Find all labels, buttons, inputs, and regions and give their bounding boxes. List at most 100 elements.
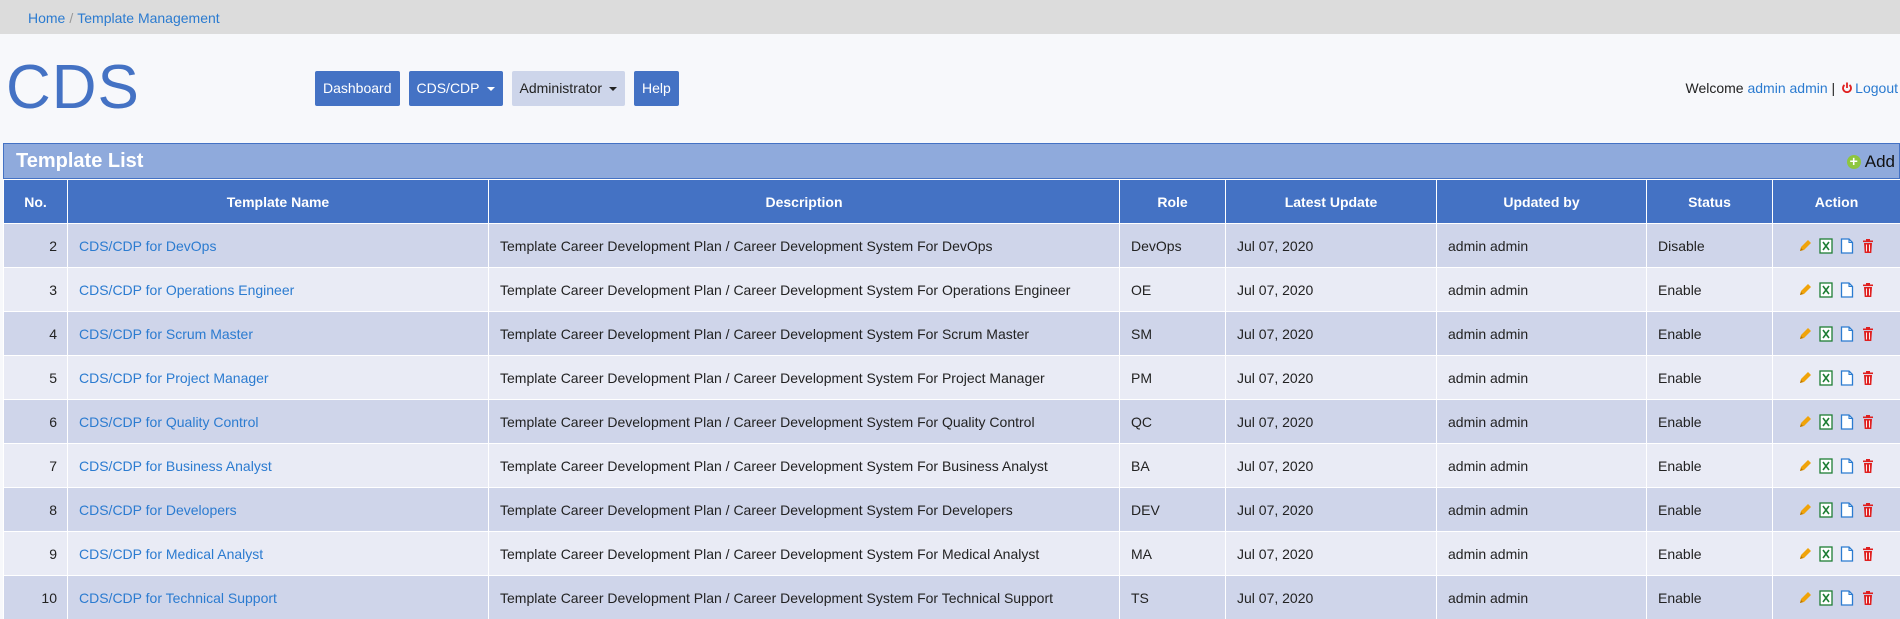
template-name-link[interactable]: CDS/CDP for Business Analyst [79,458,272,474]
document-icon[interactable] [1840,369,1854,386]
template-name-link[interactable]: CDS/CDP for Project Manager [79,370,269,386]
cell-no: 8 [3,487,68,532]
pencil-icon[interactable] [1798,238,1812,254]
cell-latest-update: Jul 07, 2020 [1225,399,1437,444]
table-row: 4 CDS/CDP for Scrum Master Template Career… [3,311,1900,356]
trash-icon[interactable] [1861,238,1875,254]
nav-dashboard-label: Dashboard [323,80,392,96]
table-row: 8 CDS/CDP for Developers Template Career D… [3,487,1900,532]
pencil-icon[interactable] [1798,458,1812,474]
breadcrumb-current-link[interactable]: Template Management [77,10,219,26]
excel-icon[interactable] [1819,589,1833,606]
cell-actions [1772,223,1900,268]
nav-help-button[interactable]: Help [633,71,679,106]
excel-icon[interactable] [1819,281,1833,298]
pencil-icon[interactable] [1798,370,1812,386]
cell-actions [1772,355,1900,400]
cell-role: DevOps [1119,223,1226,268]
cell-latest-update: Jul 07, 2020 [1225,355,1437,400]
column-header: No. [3,179,68,224]
trash-icon[interactable] [1861,590,1875,606]
table-row: 2 CDS/CDP for DevOps Template Career Devel… [3,223,1900,268]
document-icon[interactable] [1840,457,1854,474]
pencil-icon[interactable] [1798,502,1812,518]
excel-icon[interactable] [1819,545,1833,562]
trash-icon[interactable] [1861,326,1875,342]
excel-icon[interactable] [1819,413,1833,430]
add-template-button[interactable]: + Add [1846,152,1895,172]
cell-status: Enable [1646,575,1773,619]
pencil-icon[interactable] [1798,326,1812,342]
cell-description: Template Career Development Plan / Caree… [488,223,1120,268]
template-name-link[interactable]: CDS/CDP for Scrum Master [79,326,253,342]
cell-role: PM [1119,355,1226,400]
document-icon[interactable] [1840,501,1854,518]
template-name-link[interactable]: CDS/CDP for Operations Engineer [79,282,294,298]
pencil-icon[interactable] [1798,590,1812,606]
document-icon[interactable] [1840,281,1854,298]
cell-updated-by: admin admin [1436,267,1647,312]
nav-cds-cdp-label: CDS/CDP [416,80,480,96]
logout-link[interactable]: Logout [1855,80,1898,96]
column-header: Updated by [1436,179,1647,224]
cell-actions [1772,487,1900,532]
trash-icon[interactable] [1861,282,1875,298]
template-name-link[interactable]: CDS/CDP for Developers [79,502,237,518]
column-header: Role [1119,179,1226,224]
document-icon[interactable] [1840,589,1854,606]
excel-icon[interactable] [1819,457,1833,474]
cell-description: Template Career Development Plan / Caree… [488,267,1120,312]
nav-dashboard-button[interactable]: Dashboard [315,71,400,106]
cell-description: Template Career Development Plan / Caree… [488,575,1120,619]
trash-icon[interactable] [1861,370,1875,386]
cell-updated-by: admin admin [1436,223,1647,268]
document-icon[interactable] [1840,545,1854,562]
pencil-icon[interactable] [1798,414,1812,430]
template-name-link[interactable]: CDS/CDP for Quality Control [79,414,258,430]
pencil-icon[interactable] [1798,546,1812,562]
caret-down-icon [486,86,495,91]
cell-no: 9 [3,531,68,576]
cell-actions [1772,267,1900,312]
cell-template-name: CDS/CDP for Medical Analyst [67,531,489,576]
table-row: 9 CDS/CDP for Medical Analyst Template Car… [3,531,1900,576]
breadcrumb: Home / Template Management [0,0,1900,34]
template-name-link[interactable]: CDS/CDP for Technical Support [79,590,277,606]
document-icon[interactable] [1840,237,1854,254]
cell-role: TS [1119,575,1226,619]
cell-updated-by: admin admin [1436,355,1647,400]
trash-icon[interactable] [1861,458,1875,474]
nav-help-label: Help [641,80,671,96]
trash-icon[interactable] [1861,502,1875,518]
document-icon[interactable] [1840,413,1854,430]
cell-description: Template Career Development Plan / Caree… [488,399,1120,444]
cell-role: BA [1119,443,1226,488]
user-name-link[interactable]: admin admin [1747,80,1827,96]
excel-icon[interactable] [1819,237,1833,254]
table-row: 10 CDS/CDP for Technical Support Template … [3,575,1900,619]
table-row: 7 CDS/CDP for Business Analyst Template Ca… [3,443,1900,488]
trash-icon[interactable] [1861,414,1875,430]
pencil-icon[interactable] [1798,282,1812,298]
excel-icon[interactable] [1819,501,1833,518]
nav-cds-cdp-dropdown[interactable]: CDS/CDP [408,71,503,106]
cell-template-name: CDS/CDP for Operations Engineer [67,267,489,312]
breadcrumb-home-link[interactable]: Home [28,10,65,26]
add-label: Add [1864,152,1895,171]
cell-status: Enable [1646,267,1773,312]
cell-latest-update: Jul 07, 2020 [1225,311,1437,356]
nav-administrator-dropdown[interactable]: Administrator [511,71,625,106]
template-name-link[interactable]: CDS/CDP for Medical Analyst [79,546,263,562]
trash-icon[interactable] [1861,546,1875,562]
cell-latest-update: Jul 07, 2020 [1225,223,1437,268]
template-name-link[interactable]: CDS/CDP for DevOps [79,238,216,254]
power-icon[interactable] [1841,82,1853,94]
excel-icon[interactable] [1819,369,1833,386]
cell-role: QC [1119,399,1226,444]
table-header-row: No. Template Name Description Role Latest Up… [3,179,1900,224]
cell-status: Enable [1646,399,1773,444]
excel-icon[interactable] [1819,325,1833,342]
document-icon[interactable] [1840,325,1854,342]
cell-latest-update: Jul 07, 2020 [1225,267,1437,312]
app-logo[interactable]: CDS [6,52,140,123]
